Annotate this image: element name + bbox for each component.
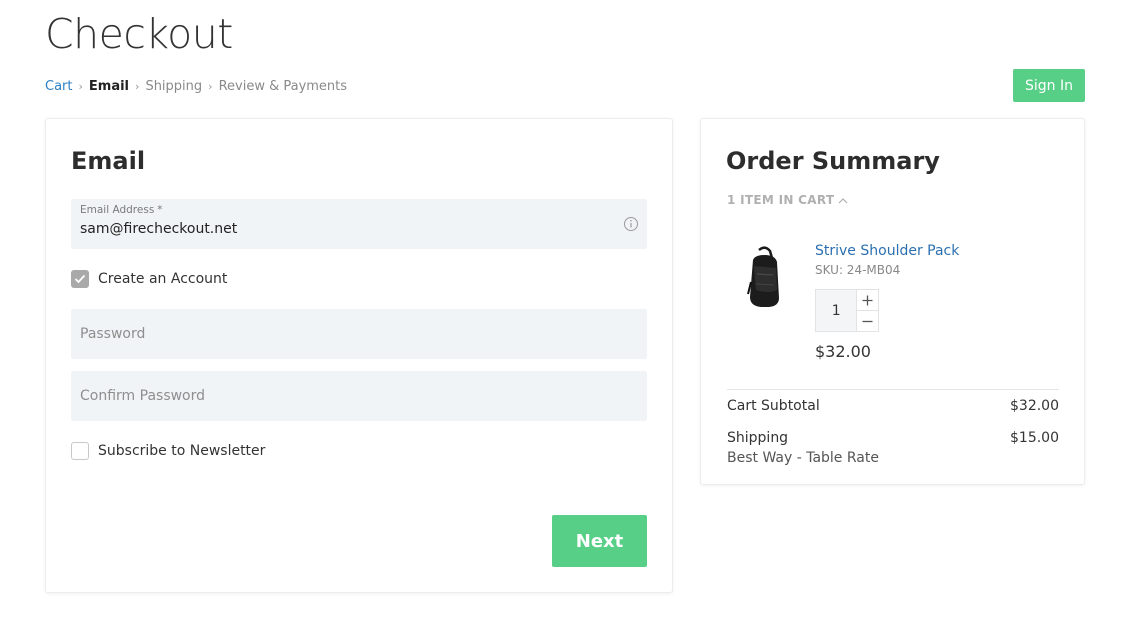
email-value[interactable]: sam@firecheckout.net	[80, 221, 237, 237]
breadcrumb-shipping: Shipping	[145, 79, 203, 94]
breadcrumb-review-payments: Review & Payments	[218, 79, 348, 94]
decrement-button[interactable]	[857, 310, 878, 331]
product-name-link[interactable]: Strive Shoulder Pack	[815, 243, 959, 259]
info-icon[interactable]	[623, 216, 639, 232]
page-title: Checkout	[45, 10, 233, 58]
order-summary-title: Order Summary	[726, 147, 940, 175]
breadcrumb-separator: ›	[78, 80, 83, 93]
backpack-image	[747, 246, 779, 307]
email-label-text: Email Address	[80, 204, 155, 216]
create-account-row[interactable]: Create an Account	[71, 270, 227, 288]
shipping-method: Best Way - Table Rate	[727, 450, 879, 466]
newsletter-checkbox[interactable]	[71, 442, 89, 460]
quantity-value[interactable]: 1	[816, 290, 856, 331]
checkmark-icon	[74, 274, 86, 284]
confirm-password-field[interactable]: Confirm Password	[71, 371, 647, 421]
chevron-up-icon	[838, 197, 848, 203]
create-account-checkbox[interactable]	[71, 270, 89, 288]
shipping-value: $15.00	[1010, 430, 1059, 446]
order-summary-card: Order Summary 1 ITEM IN CART Strive Shou…	[700, 118, 1085, 485]
subtotal-value: $32.00	[1010, 398, 1059, 414]
newsletter-row[interactable]: Subscribe to Newsletter	[71, 442, 265, 460]
shipping-label: Shipping	[727, 430, 789, 446]
items-in-cart-label: 1 ITEM IN CART	[727, 193, 835, 207]
divider	[727, 389, 1059, 390]
breadcrumb-cart[interactable]: Cart	[45, 79, 73, 94]
plus-icon	[862, 295, 873, 305]
items-in-cart-toggle[interactable]: 1 ITEM IN CART	[727, 193, 848, 207]
sign-in-button[interactable]: Sign In	[1013, 69, 1085, 102]
quantity-stepper[interactable]: 1	[815, 289, 879, 332]
product-sku: SKU: 24-MB04	[815, 263, 901, 277]
breadcrumb-separator: ›	[135, 80, 140, 93]
email-field-label: Email Address *	[80, 204, 163, 216]
product-price: $32.00	[815, 342, 871, 361]
newsletter-label: Subscribe to Newsletter	[98, 443, 266, 459]
email-field[interactable]: Email Address * sam@firecheckout.net	[71, 199, 647, 249]
email-section-title: Email	[71, 147, 146, 175]
minus-icon	[862, 320, 873, 322]
shipping-row: Shipping $15.00	[727, 430, 1059, 446]
next-button[interactable]: Next	[552, 515, 647, 567]
breadcrumb: Cart › Email › Shipping › Review & Payme…	[45, 79, 347, 94]
confirm-password-placeholder: Confirm Password	[80, 388, 206, 404]
subtotal-row: Cart Subtotal $32.00	[727, 398, 1059, 414]
breadcrumb-email: Email	[88, 79, 130, 94]
subtotal-label: Cart Subtotal	[727, 398, 820, 414]
password-field[interactable]: Password	[71, 309, 647, 359]
email-card: Email Email Address * sam@firecheckout.ne…	[45, 118, 673, 593]
create-account-label: Create an Account	[98, 271, 228, 287]
breadcrumb-separator: ›	[208, 80, 213, 93]
quantity-buttons	[856, 290, 878, 331]
password-placeholder: Password	[80, 326, 146, 342]
increment-button[interactable]	[857, 290, 878, 310]
required-mark: *	[157, 204, 163, 216]
